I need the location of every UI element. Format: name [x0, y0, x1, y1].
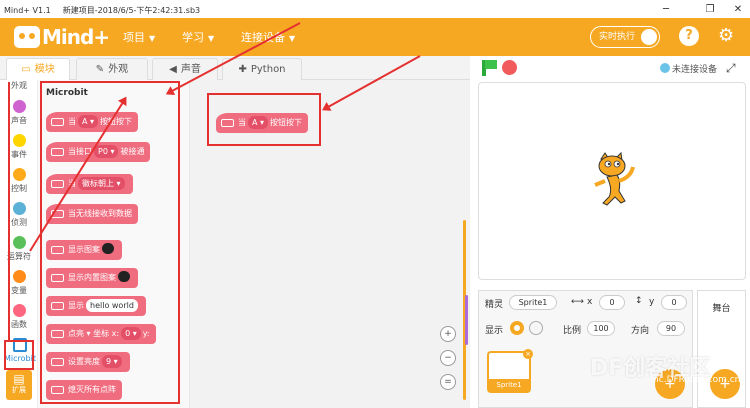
category-dot-icon: [12, 100, 26, 113]
category-dot-icon: [12, 270, 26, 283]
zoom-out-button[interactable]: −: [440, 350, 456, 366]
connection-status[interactable]: 未连接设备: [660, 62, 717, 75]
title-bar: Mind+ V1.1 新建项目-2018/6/5-下午2:42:31.sb3 ─…: [0, 0, 750, 20]
category-sound[interactable]: 声音: [0, 100, 38, 126]
delete-sprite-icon[interactable]: ×: [523, 349, 533, 359]
zoom-reset-button[interactable]: =: [440, 374, 456, 390]
size-label: 比例: [563, 326, 582, 336]
realtime-run-label: 实时执行: [599, 32, 636, 42]
menu-label: 项目: [123, 31, 145, 44]
category-control[interactable]: 控制: [0, 168, 38, 194]
cat-sprite-icon[interactable]: [591, 151, 637, 207]
brush-icon: ✎: [95, 64, 105, 75]
sprite-name-input[interactable]: Sprite1: [509, 295, 557, 310]
size-input[interactable]: 100: [587, 321, 615, 336]
category-dot-icon: [12, 304, 26, 317]
category-dot-icon: [12, 202, 26, 215]
backdrop-label: 舞台: [712, 304, 731, 314]
speaker-icon: ◀: [169, 64, 177, 75]
close-icon[interactable]: ✕: [726, 0, 750, 20]
eye-icon[interactable]: [510, 321, 524, 335]
palette-highlight-box: [40, 81, 180, 404]
menu-bar: Mind+ 项目 ▼ 学习 ▼ 连接设备 ▼ 实时执行 ? ⚙: [0, 18, 750, 56]
workspace-scrollbar-thumb[interactable]: [465, 295, 468, 345]
category-label: 声音: [11, 116, 27, 125]
x-arrow-icon: ⟷: [571, 297, 584, 307]
connection-label: 未连接设备: [672, 65, 718, 75]
logo: Mind+: [14, 23, 110, 51]
logo-text: Mind+: [42, 25, 110, 49]
direction-input[interactable]: 90: [657, 321, 685, 336]
help-icon[interactable]: ?: [679, 26, 699, 46]
annotation-line: [8, 82, 10, 340]
chevron-down-icon: ▼: [289, 34, 296, 43]
device-icon: [660, 63, 670, 73]
tab-label: 声音: [180, 64, 201, 75]
toggle-knob: [641, 29, 657, 45]
watermark-url: mc.DFRobot.com.cn: [650, 375, 741, 385]
gear-icon[interactable]: ⚙: [718, 25, 734, 47]
backdrop-panel[interactable]: 舞台 +: [697, 290, 746, 408]
puzzle-icon: ▭: [21, 64, 31, 75]
chevron-down-icon: ▼: [208, 34, 215, 43]
tab-label: 外观: [108, 64, 129, 75]
eye-off-icon[interactable]: [529, 321, 543, 335]
extension-button[interactable]: ▤ 扩展: [6, 370, 32, 400]
tab-python[interactable]: ✚ Python: [222, 58, 302, 80]
category-label: 事件: [11, 150, 27, 159]
category-functions[interactable]: 函数: [0, 304, 38, 330]
y-input[interactable]: 0: [661, 295, 687, 310]
app-title: Mind+ V1.1: [4, 5, 51, 15]
extension-icon: ▤: [13, 372, 25, 386]
stage-controls: 未连接设备 ⤢: [470, 56, 750, 80]
direction-label: 方向: [631, 326, 650, 336]
sprite-info-panel: 精灵 Sprite1 ⟷ x 0 ↕ y 0 显示 比例 100 方向 90 ×…: [478, 290, 693, 408]
x-input[interactable]: 0: [599, 295, 625, 310]
robot-logo-icon: [14, 26, 40, 48]
zoom-in-button[interactable]: +: [440, 326, 456, 342]
category-looks[interactable]: 外观: [0, 80, 38, 91]
maximize-icon[interactable]: ❐: [698, 0, 722, 20]
microbit-highlight-box: [4, 340, 34, 370]
tab-blocks[interactable]: ▭ 模块: [6, 58, 70, 80]
category-sensing[interactable]: 侦测: [0, 202, 38, 228]
category-variables[interactable]: 变量: [0, 270, 38, 296]
y-arrow-icon: ↕: [635, 296, 643, 306]
sprite-label: 精灵: [485, 300, 504, 310]
category-dot-icon: [12, 236, 26, 249]
y-label: y: [649, 297, 655, 307]
tab-label: 模块: [34, 64, 55, 75]
python-icon: ✚: [238, 64, 247, 75]
realtime-run-toggle[interactable]: 实时执行: [590, 26, 660, 48]
category-label: 运算符: [7, 252, 31, 261]
menu-connect-device[interactable]: 连接设备 ▼: [241, 29, 295, 45]
menu-learn[interactable]: 学习 ▼: [182, 29, 214, 45]
menu-label: 学习: [182, 31, 204, 44]
stage[interactable]: [478, 82, 746, 280]
category-label: 函数: [11, 320, 27, 329]
category-dot-icon: [12, 168, 26, 181]
category-events[interactable]: 事件: [0, 134, 38, 160]
sprite-thumbnail[interactable]: × Sprite1: [487, 349, 533, 393]
category-label: 外观: [11, 81, 27, 90]
show-label: 显示: [485, 326, 504, 336]
tab-label: Python: [250, 64, 286, 75]
minimize-icon[interactable]: ─: [654, 0, 678, 20]
workspace-highlight-box: [207, 93, 321, 146]
category-label: 侦测: [11, 218, 27, 227]
stop-icon[interactable]: [502, 60, 517, 75]
category-label: 变量: [11, 286, 27, 295]
chevron-down-icon: ▼: [149, 34, 156, 43]
category-dot-icon: [12, 134, 26, 147]
extension-label: 扩展: [12, 386, 26, 394]
x-label: x: [587, 297, 593, 307]
sprite-thumbnail-name: Sprite1: [489, 379, 529, 391]
fullscreen-icon[interactable]: ⤢: [726, 61, 736, 76]
green-flag-icon[interactable]: [482, 60, 497, 76]
file-title: 新建项目-2018/6/5-下午2:42:31.sb3: [62, 5, 201, 15]
tab-sounds[interactable]: ◀ 声音: [152, 58, 218, 80]
tab-costumes[interactable]: ✎ 外观: [76, 58, 148, 80]
menu-project[interactable]: 项目 ▼: [123, 29, 155, 45]
category-label: 控制: [11, 184, 27, 193]
